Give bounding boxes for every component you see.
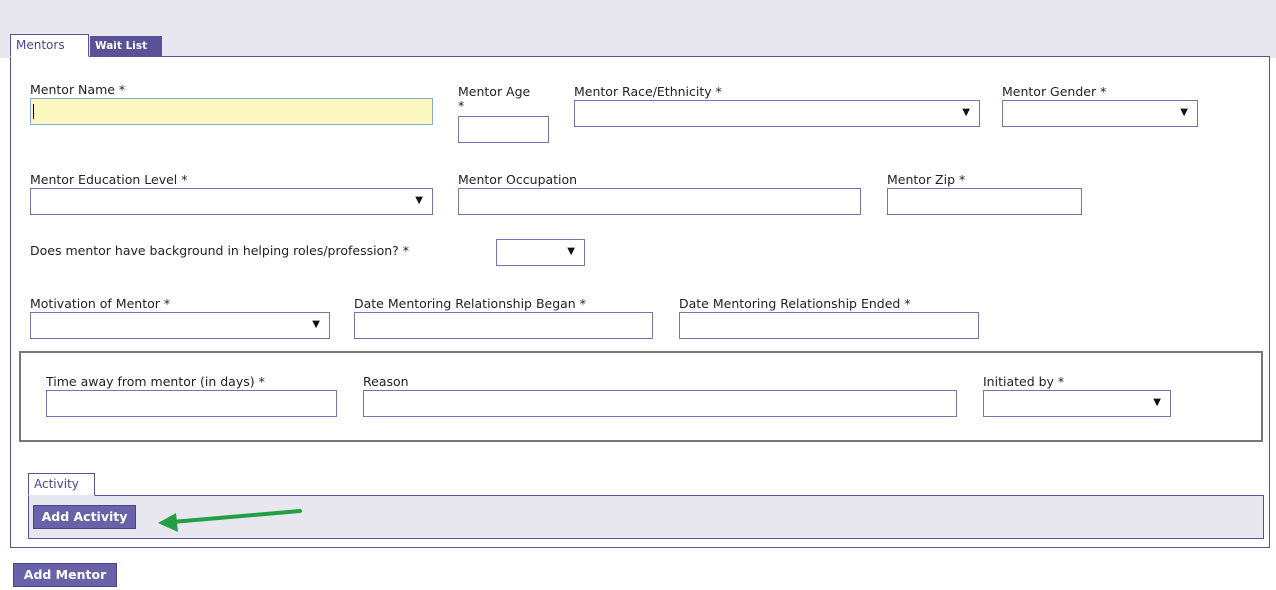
chevron-down-icon: ▼ (1153, 397, 1161, 408)
mentor-zip-label: Mentor Zip * (887, 172, 966, 187)
time-away-input[interactable] (46, 390, 337, 417)
reason-input[interactable] (363, 390, 957, 417)
mentor-age-label: Mentor Age (458, 84, 531, 99)
add-mentor-button[interactable]: Add Mentor (13, 563, 117, 587)
time-away-section: Time away from mentor (in days) * Reason… (19, 351, 1263, 442)
mentor-gender-select[interactable]: ▼ (1002, 100, 1198, 127)
tab-activity[interactable]: Activity (28, 473, 95, 496)
chevron-down-icon: ▼ (312, 319, 320, 330)
reason-label: Reason (363, 374, 409, 389)
add-activity-button[interactable]: Add Activity (33, 505, 136, 529)
mentor-form-panel: Mentor Name * Mentor Age * Mentor Race/E… (10, 56, 1270, 548)
mentor-race-label: Mentor Race/Ethnicity * (574, 84, 722, 99)
mentor-name-label: Mentor Name * (30, 82, 126, 97)
mentor-zip-input[interactable] (887, 188, 1082, 215)
tab-mentors[interactable]: Mentors (10, 34, 89, 57)
mentor-gender-label: Mentor Gender * (1002, 84, 1107, 99)
helping-background-label: Does mentor have background in helping r… (30, 243, 410, 258)
annotation-arrow-shaft (170, 509, 302, 524)
initiated-by-select[interactable]: ▼ (983, 390, 1171, 417)
mentor-education-label: Mentor Education Level * (30, 172, 188, 187)
text-caret (33, 104, 34, 119)
initiated-by-label: Initiated by * (983, 374, 1065, 389)
helping-background-select[interactable]: ▼ (496, 239, 585, 266)
mentor-occupation-label: Mentor Occupation (458, 172, 578, 187)
motivation-label: Motivation of Mentor * (30, 296, 171, 311)
date-began-input[interactable] (354, 312, 653, 339)
chevron-down-icon: ▼ (962, 107, 970, 118)
mentor-occupation-input[interactable] (458, 188, 861, 215)
chevron-down-icon: ▼ (415, 195, 423, 206)
mentor-race-select[interactable]: ▼ (574, 100, 980, 127)
date-ended-input[interactable] (679, 312, 979, 339)
mentor-age-input[interactable] (458, 116, 549, 143)
date-began-label: Date Mentoring Relationship Began * (354, 296, 586, 311)
date-ended-label: Date Mentoring Relationship Ended * (679, 296, 911, 311)
annotation-arrow-head (158, 513, 178, 532)
motivation-select[interactable]: ▼ (30, 312, 330, 339)
chevron-down-icon: ▼ (1180, 107, 1188, 118)
mentor-education-select[interactable]: ▼ (30, 188, 433, 215)
mentor-name-input[interactable] (30, 98, 433, 125)
mentor-age-required-mark: * (458, 98, 465, 113)
annotation-arrow-icon (158, 509, 302, 532)
time-away-label: Time away from mentor (in days) * (46, 374, 265, 389)
top-band (0, 0, 1276, 58)
chevron-down-icon: ▼ (567, 246, 575, 257)
tab-wait-list[interactable]: Wait List (90, 36, 162, 56)
